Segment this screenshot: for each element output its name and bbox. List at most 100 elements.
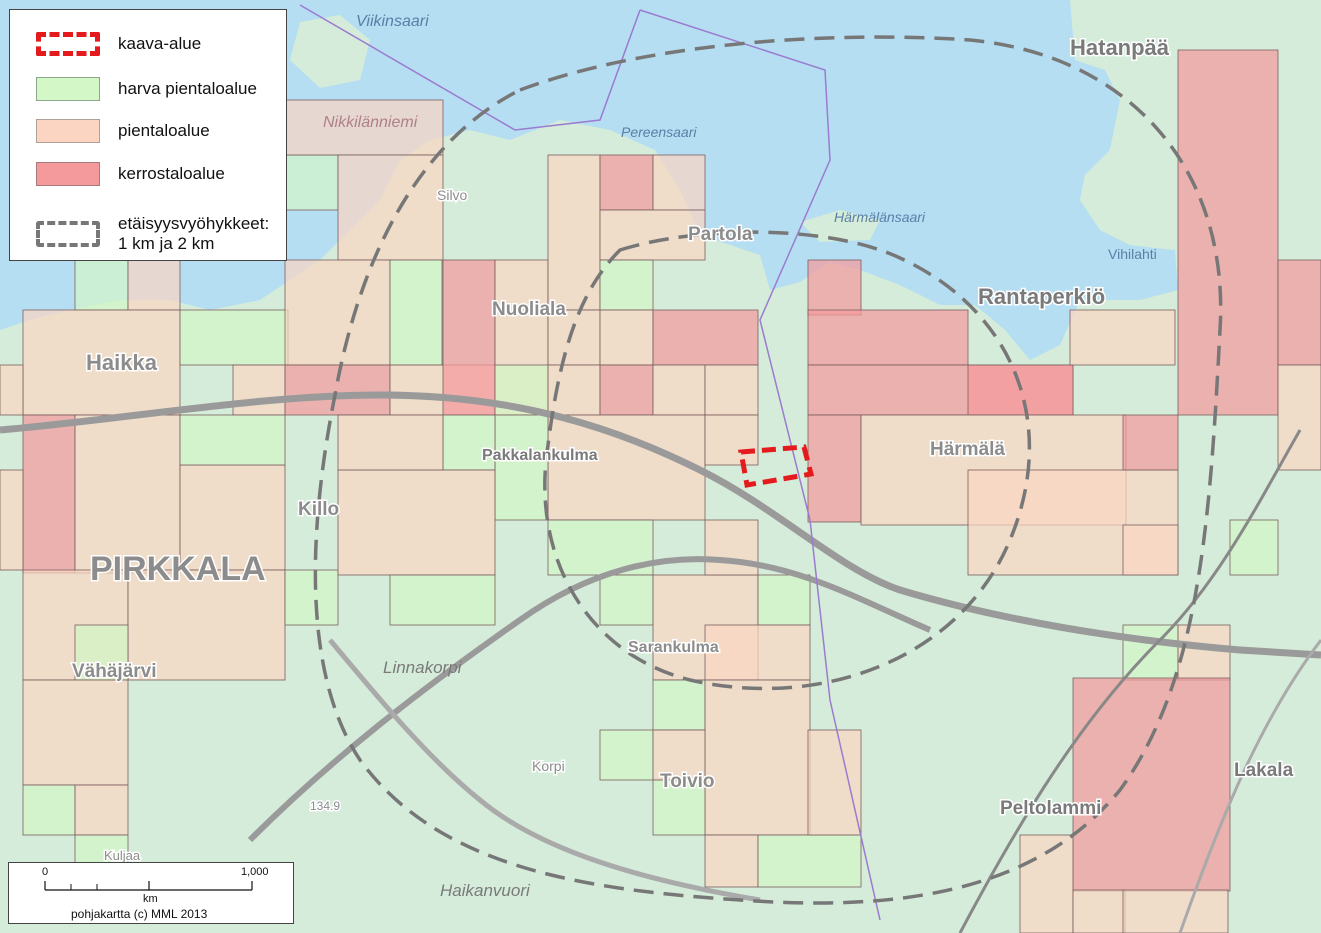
label-pereensaari: Pereensaari (621, 124, 697, 140)
label-lakala: Lakala (1234, 760, 1294, 781)
grid-cell-detached (547, 414, 706, 521)
grid-cell-apartment (599, 364, 654, 416)
legend-label: pientaloalue (118, 121, 210, 140)
grid-cell-sparse-detached (494, 414, 549, 521)
label-haikanvuori: Haikanvuori (440, 881, 531, 900)
grid-cell-detached (704, 679, 811, 836)
label-sarankulma: Sarankulma (628, 639, 719, 656)
label-korpi: Korpi (532, 758, 565, 774)
grid-cell-detached (1069, 309, 1176, 366)
grid-cell-detached (652, 364, 706, 416)
grid-cell-detached (652, 154, 706, 211)
grid-cell-apartment (22, 414, 76, 574)
grid-cell-detached (0, 364, 24, 416)
label-harmalansaari: Härmälänsaari (834, 209, 926, 225)
scale-bar: 0 1,000 km pohjakartta (c) MML 2013 (8, 862, 294, 924)
grid-cell-detached (74, 784, 129, 836)
legend-item-distance-zones: etäisyysvyöhykkeet: 1 km ja 2 km (10, 214, 269, 254)
grid-cell-apartment (1122, 414, 1179, 471)
label-silvo: Silvo (437, 187, 468, 203)
grid-cell-detached (127, 254, 181, 311)
grid-cell-detached (599, 309, 654, 366)
label-vahajarvi: Vähäjärvi (72, 661, 157, 682)
grid-cell-detached (1122, 524, 1179, 576)
grid-cell-detached (337, 414, 444, 471)
label-linnakorpi: Linnakorpi (383, 658, 463, 677)
grid-cell-detached (807, 729, 862, 836)
grid-cell-apartment (652, 309, 759, 366)
grid-cell-detached (284, 259, 391, 366)
grid-cell-detached (1019, 834, 1074, 933)
grid-cell-apartment (1277, 259, 1321, 366)
map: Hatanpää Partola Rantaperkiö Nuoliala Ha… (0, 0, 1321, 933)
legend-swatch-sparse-detached (36, 77, 100, 101)
grid-cell-sparse-detached (284, 154, 339, 211)
grid-cell-detached (22, 679, 129, 786)
legend-item-plan-area: kaava-alue (10, 32, 201, 56)
legend-label: kerrostaloalue (118, 164, 225, 183)
label-peltolammi: Peltolammi (1000, 798, 1101, 819)
grid-cell-sparse-detached (389, 259, 443, 366)
label-viikinsaari: Viikinsaari (356, 13, 429, 30)
grid-cell-apartment (807, 414, 862, 523)
grid-cell-sparse-detached (22, 784, 76, 836)
legend-label: kaava-alue (118, 34, 202, 53)
label-hatanpaa: Hatanpää (1070, 35, 1170, 60)
grid-cell-sparse-detached (599, 259, 654, 311)
grid-cell-detached (337, 154, 444, 261)
grid-cell-detached (704, 519, 759, 576)
grid-cell-sparse-detached (757, 574, 811, 626)
label-partola: Partola (688, 224, 753, 245)
grid-cell-sparse-detached (652, 679, 706, 731)
legend-swatch-distance-zones (36, 221, 100, 247)
grid-cell-detached (1122, 889, 1229, 933)
grid-cell-sparse-detached (179, 414, 286, 466)
grid-cell-apartment (442, 259, 496, 416)
grid-cell-apartment (599, 154, 654, 211)
grid-cell-detached (704, 364, 759, 416)
label-killo: Killo (298, 499, 339, 520)
legend-item-detached: pientaloalue (10, 119, 210, 143)
grid-cell-sparse-detached (74, 254, 129, 311)
grid-cell-apartment (284, 364, 391, 416)
grid-cell-sparse-detached (389, 574, 496, 626)
label-haikka: Haikka (86, 350, 158, 375)
grid-cell-apartment (807, 259, 862, 316)
grid-cell-sparse-detached (599, 729, 654, 781)
label-harmala: Härmälä (930, 439, 1005, 460)
legend-item-sparse-detached: harva pientaloalue (10, 77, 257, 101)
label-kuljaa: Kuljaa (104, 848, 141, 863)
legend-swatch-apartment (36, 162, 100, 186)
label-pirkkala: PIRKKALA (90, 550, 266, 588)
legend-label-multiline: etäisyysvyöhykkeet: 1 km ja 2 km (118, 214, 269, 254)
grid-cell-sparse-detached (284, 569, 339, 626)
grid-cell-detached (1277, 364, 1321, 471)
legend-item-apartment: kerrostaloalue (10, 162, 225, 186)
label-nikkilanniemi: Nikkilänniemi (323, 114, 418, 131)
grid-cell-sparse-detached (599, 574, 654, 626)
grid-cell-sparse-detached (757, 834, 862, 888)
label-vihilahti: Vihilahti (1108, 246, 1157, 262)
legend-label-line2: 1 km ja 2 km (118, 234, 215, 253)
scale-unit: km (143, 893, 158, 905)
grid-cell-apartment (807, 309, 969, 366)
label-rantaperkio: Rantaperkiö (978, 284, 1105, 309)
grid-cell-apartment (1177, 49, 1279, 416)
grid-cell-detached (704, 834, 759, 888)
grid-cell-sparse-detached (179, 309, 289, 366)
label-elevation: 134.9 (310, 799, 340, 813)
legend-label: harva pientaloalue (118, 79, 257, 98)
label-pakkalankulma: Pakkalankulma (482, 447, 598, 464)
legend-swatch-detached (36, 119, 100, 143)
grid-cell-detached (1072, 889, 1126, 933)
basemap-credit: pohjakartta (c) MML 2013 (71, 907, 208, 921)
grid-cell-detached (704, 414, 759, 466)
legend-label-line1: etäisyysvyöhykkeet: (118, 214, 270, 233)
grid-cell-detached (0, 469, 24, 571)
legend-swatch-plan-area (36, 32, 100, 56)
label-toivio: Toivio (660, 771, 715, 792)
label-nuoliala: Nuoliala (492, 299, 566, 320)
grid-cell-detached (232, 364, 286, 416)
grid-cell-detached (337, 469, 496, 576)
grid-cell-sparse-detached (1229, 519, 1279, 576)
